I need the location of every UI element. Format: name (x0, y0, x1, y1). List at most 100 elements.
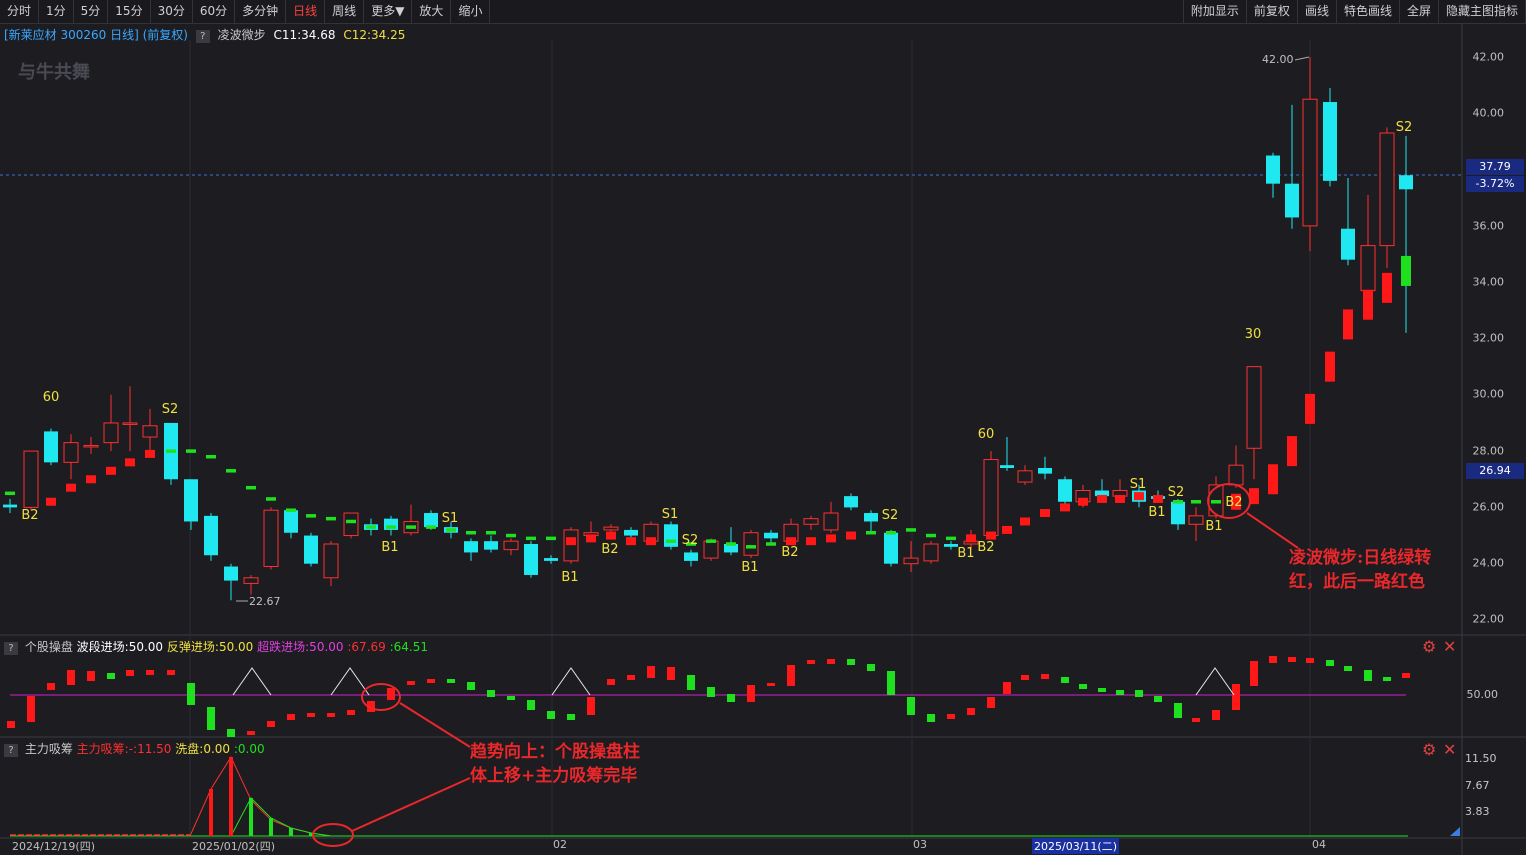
step-segment (1191, 500, 1201, 504)
osc-bar (347, 710, 355, 715)
osc-bar (967, 708, 975, 715)
osc-bar (527, 700, 535, 710)
osc-bar (1135, 690, 1143, 697)
signal-b1: B1 (1148, 505, 1165, 520)
close-icon[interactable]: ✕ (1443, 637, 1456, 656)
candle-body (844, 496, 858, 508)
panel-title: 个股操盘 (24, 640, 73, 654)
osc-bar (767, 683, 775, 686)
osc-bar (1192, 718, 1200, 722)
step-segment (246, 485, 256, 490)
candle-body (1266, 155, 1280, 184)
candle-body (503, 540, 519, 551)
kline-chart[interactable]: B260S2B1S1B1B2S1S2B1B2S2B1 B260S1B1S2B1B2… (0, 0, 1526, 855)
help-icon[interactable]: ? (195, 30, 210, 43)
highlight-price-tag: 26.94 (1466, 463, 1524, 479)
step-segment (966, 534, 976, 543)
price-tick: 24.00 (1472, 556, 1505, 570)
candle-body (1171, 501, 1185, 525)
step-segment (46, 497, 56, 506)
step-segment (1002, 525, 1012, 534)
annotation-text-2: 趋势向上：个股操盘柱 体上移+主力吸筹完毕 (470, 742, 640, 786)
candle-body (864, 513, 878, 522)
gear-icon[interactable]: ⚙ (1422, 740, 1436, 759)
signal-n60: 60 (978, 427, 995, 442)
candle-body (923, 543, 939, 562)
step-segment (446, 528, 456, 532)
osc-bar (247, 731, 255, 735)
oversold-entry-value: 超跌进场:50.00 (257, 640, 344, 654)
candle-body (1038, 467, 1052, 474)
step-segment (1305, 393, 1315, 424)
panel-title: 主力吸筹 (24, 742, 73, 756)
osc-bar (1003, 682, 1011, 694)
help-icon[interactable]: ? (4, 744, 18, 757)
candle-body (884, 532, 898, 564)
step-segment (1211, 500, 1221, 504)
step-segment (486, 530, 496, 535)
candle-body (424, 513, 438, 528)
date-label: 03 (913, 838, 927, 851)
wave-entry-value: 波段进场:50.00 (76, 640, 164, 654)
date-label-selected: 2025/03/11(二) (1032, 838, 1119, 854)
candle-body (304, 535, 318, 564)
signal-n60: 60 (43, 390, 60, 405)
candle-body (484, 541, 498, 550)
step-segment (86, 475, 96, 484)
help-icon[interactable]: ? (4, 642, 18, 655)
candle-body (603, 526, 619, 531)
absorb-value: 主力吸筹:-:11.50 (76, 742, 172, 756)
osc-bar (146, 670, 154, 675)
candle-body (823, 512, 839, 531)
step-segment (366, 525, 376, 529)
osc-bar (727, 694, 735, 702)
step-segment (626, 537, 636, 546)
step-segment (646, 537, 656, 546)
osc-bar (747, 685, 755, 702)
osc-bar (547, 711, 555, 719)
candle-body (1017, 470, 1033, 483)
signal-b2: B2 (1225, 495, 1242, 510)
osc-bar (227, 729, 235, 737)
step-segment (1060, 503, 1070, 512)
signal-b2: B2 (977, 540, 994, 555)
step-segment (666, 539, 676, 543)
osc-bar (407, 681, 415, 685)
osc-bar (167, 670, 175, 675)
osc-bar (647, 666, 655, 678)
date-label: 02 (553, 838, 567, 851)
gear-icon[interactable]: ⚙ (1422, 637, 1436, 656)
price-tick: 32.00 (1472, 331, 1505, 345)
candle-body (944, 543, 958, 547)
candle-body (1399, 175, 1413, 190)
osc-bar (1250, 661, 1258, 686)
stock-title[interactable]: [新莱应材 300260 日线] (前复权) (4, 28, 188, 42)
step-segment (526, 536, 536, 541)
signal-labels: B260S2B1S1B1B2S1S2B1B2S2B1 B260S1B1S2B1B2… (21, 120, 1412, 585)
candle-body (764, 532, 778, 539)
price-tick: 30.00 (1472, 387, 1505, 401)
candle-body (1302, 98, 1318, 227)
osc-bar (447, 679, 455, 683)
candle-body (624, 529, 638, 536)
price-axis: 42.0040.0038.0036.0034.0032.0030.0028.00… (1464, 0, 1526, 635)
candle-body (743, 532, 759, 556)
candle-body (684, 552, 698, 561)
osc-bar (1383, 677, 1391, 681)
c1-value: C11:34.68 (273, 28, 336, 42)
step-segment (186, 449, 196, 453)
osc-bar (1269, 656, 1277, 663)
signal-b2: B2 (781, 545, 798, 560)
step-segment (946, 536, 956, 541)
absorb-extra-value: :0.00 (233, 742, 265, 756)
min-price-label: 22.67 (249, 595, 281, 608)
candle-body (243, 577, 259, 584)
triangle-marker (551, 667, 591, 696)
close-icon[interactable]: ✕ (1443, 740, 1456, 759)
osc-bar (807, 660, 815, 664)
osc-bar (1402, 673, 1410, 678)
osc-bar (1061, 677, 1069, 683)
candle-body (343, 512, 359, 537)
price-tick: 22.00 (1472, 612, 1505, 626)
osc-bar (667, 667, 675, 680)
